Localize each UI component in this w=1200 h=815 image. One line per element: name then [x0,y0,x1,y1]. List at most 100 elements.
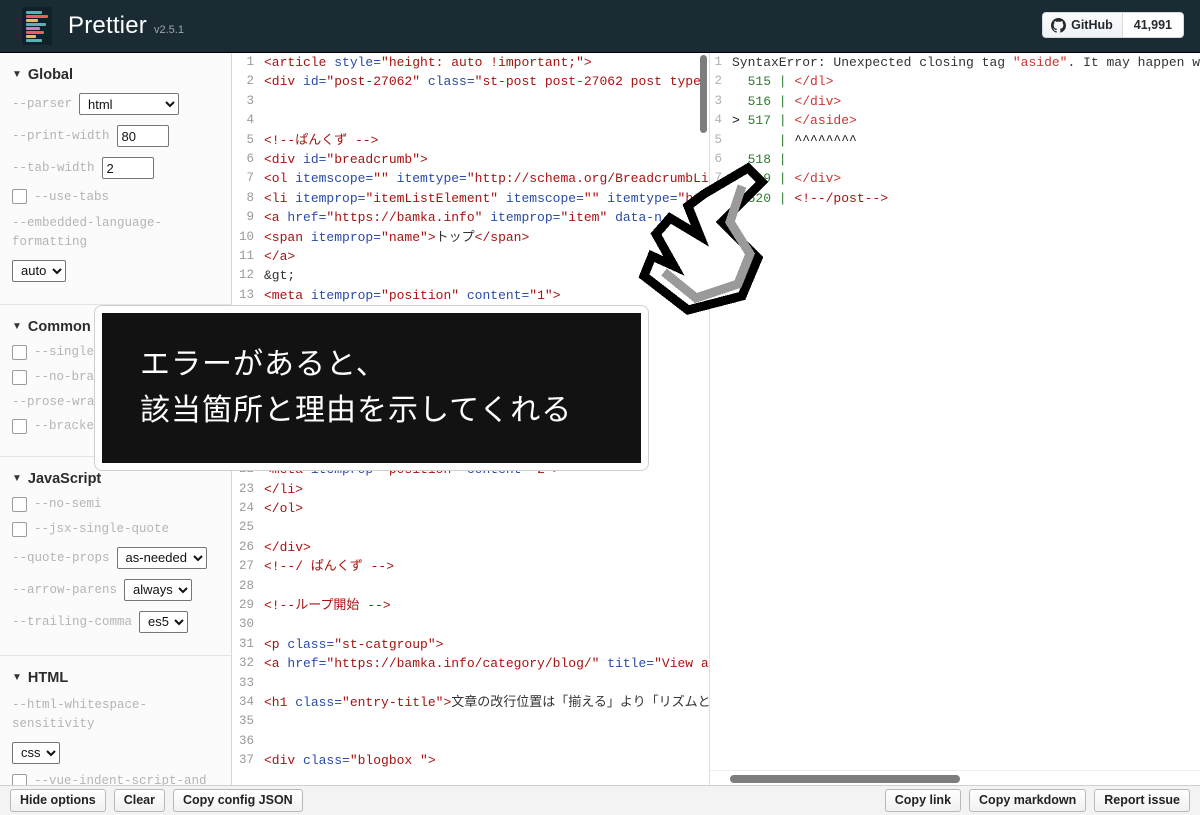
line-number: 2 [246,74,254,89]
code-line: 4 > 517 | </aside> [710,111,1200,130]
copy-link-button[interactable]: Copy link [884,789,962,812]
line-number: 26 [238,539,254,554]
option-group-global-header[interactable]: ▼ Global [12,67,219,83]
code-line: 26 </div> [232,538,709,557]
tab-width-input[interactable] [101,157,154,179]
option-group-title: Common [27,318,91,335]
option-label: --use-tabs [34,189,110,204]
github-icon [1051,17,1067,33]
line-text: > 517 | </aside> [732,113,857,129]
code-line: 28 [232,577,709,596]
line-text [262,732,709,751]
github-star-count: 41,991 [1121,13,1183,37]
line-number: 8 [246,190,254,205]
prettier-playground: Prettier v2.5.1 GitHub 41,991 ▼ Global -… [0,0,1200,815]
option-label: --no-semi [34,497,102,512]
no-bracket-spacing-checkbox[interactable] [12,369,27,385]
option-label: --parser [12,97,73,111]
code-line: 23 </li> [232,480,709,499]
line-number: 11 [238,248,254,263]
arrow-parens-select[interactable]: always [124,578,193,601]
code-line: 29 <!--ループ開始 --> [232,596,709,615]
caption-line-1: エラーがあると、 [140,347,387,382]
app-header: Prettier v2.5.1 GitHub 41,991 [0,0,1200,52]
footer-right-buttons: Copy link Copy markdown Report issue [884,789,1190,812]
app-version: v2.5.1 [153,24,184,36]
option-vue-indent-script-and-style: --vue-indent-script-and [12,773,219,785]
code-line: 30 [232,615,709,634]
option-no-semi: --no-semi [12,496,219,512]
report-issue-button[interactable]: Report issue [1094,789,1190,812]
line-text [262,712,709,731]
code-line: 37 <div class="blogbox "> [232,751,709,770]
line-number: 30 [238,617,254,632]
footer-left-buttons: Hide options Clear Copy config JSON [10,789,303,812]
option-group-html: ▼ HTML --html-whitespace-sensitivity css… [0,656,231,785]
code-line: 25 [232,518,709,537]
output-editor-pane[interactable]: 1 SyntaxError: Unexpected closing tag "as… [710,53,1200,785]
option-group-html-header[interactable]: ▼ HTML [12,670,219,686]
github-label: GitHub [1071,18,1113,32]
clear-button[interactable]: Clear [113,789,165,812]
line-number: 7 [714,171,722,186]
single-quote-checkbox[interactable] [12,344,27,360]
option-label: --no-bra [34,370,95,385]
line-number: 1 [714,55,722,69]
parser-select[interactable]: html [79,93,180,115]
code-line: 32 <a href="https://bamka.info/category/b… [232,654,709,673]
code-line: 8 520 | <!--/post--> [710,189,1200,208]
option-trailing-comma: --trailing-comma es5 [12,610,219,633]
option-group-title: Global [27,67,74,83]
output-code: 1 SyntaxError: Unexpected closing tag "as… [710,53,1200,208]
line-number: 6 [246,151,254,166]
output-horizontal-scrollbar-thumb[interactable] [730,775,960,783]
copy-markdown-button[interactable]: Copy markdown [969,789,1087,812]
copy-config-json-button[interactable]: Copy config JSON [172,789,303,812]
line-text: | ^^^^^^^^ [732,132,857,148]
github-stars-badge[interactable]: GitHub 41,991 [1042,12,1184,38]
no-semi-checkbox[interactable] [12,496,27,512]
code-line: 35 [232,712,709,731]
line-text: </div> [264,539,311,555]
prettier-logo-icon [22,7,52,45]
trailing-comma-select[interactable]: es5 [139,610,189,633]
html-whitespace-sensitivity-select[interactable]: css [12,741,60,764]
option-group-javascript-header[interactable]: ▼ JavaScript [12,471,219,487]
line-number: 29 [238,597,254,612]
line-text: <!--ぱんくず --> [264,132,379,148]
line-number: 4 [714,113,722,128]
code-line: 31 <p class="st-catgroup"> [232,635,709,654]
line-text: 515 | </dl> [732,74,834,90]
print-width-input[interactable] [116,125,169,147]
option-group-title: JavaScript [27,470,102,487]
code-line: 6 <div id="breadcrumb"> [232,150,709,169]
quote-props-select[interactable]: as-needed [116,546,207,569]
code-line: 36 [232,732,709,751]
line-number: 37 [238,753,254,768]
line-number: 25 [238,520,254,535]
caption-line-2: 該当箇所と理由を示してくれる [140,393,573,428]
line-number: 1 [246,55,254,69]
jsx-single-quote-checkbox[interactable] [12,521,27,537]
line-text [262,518,709,537]
use-tabs-checkbox[interactable] [12,189,27,204]
vue-indent-script-and-style-checkbox[interactable] [12,773,27,785]
line-number: 32 [238,656,254,671]
code-line: 6 518 | [710,150,1200,169]
line-number: 3 [246,93,254,108]
chevron-down-icon: ▼ [12,472,22,484]
line-text [262,111,709,130]
input-vertical-scrollbar[interactable] [700,55,707,133]
line-text: &gt; [264,268,296,284]
line-text: <div id="post-27062" class="st-post post… [264,74,709,90]
line-text: <div id="breadcrumb"> [264,151,428,167]
line-text: <p class="st-catgroup"> [264,636,444,652]
embedded-language-formatting-select[interactable]: auto [12,259,66,282]
line-number: 36 [238,733,254,748]
line-text: <!--ループ開始 --> [264,597,391,613]
hide-options-button[interactable]: Hide options [10,789,106,812]
line-text: </ol> [264,500,304,516]
bracket-same-line-checkbox[interactable] [12,418,27,434]
code-line: 5 <!--ぱんくず --> [232,131,709,150]
output-horizontal-scrollbar-track[interactable] [710,770,1200,785]
